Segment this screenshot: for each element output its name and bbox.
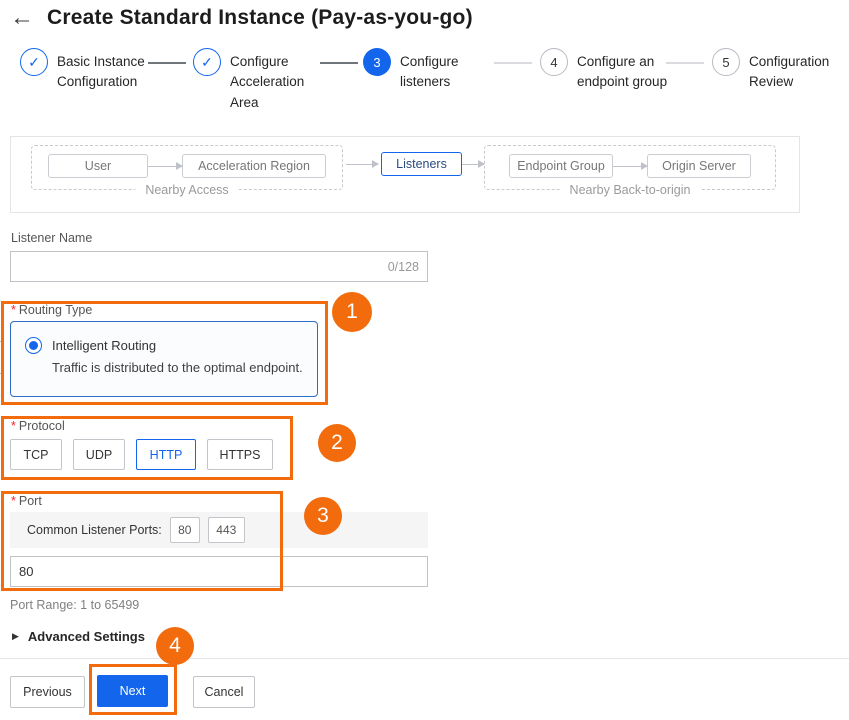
step-number: 4: [540, 48, 568, 76]
check-icon: ✓: [193, 48, 221, 76]
flow-node-user: User: [48, 154, 148, 178]
port-input[interactable]: [19, 564, 419, 579]
previous-button[interactable]: Previous: [10, 676, 85, 708]
routing-type-option-card[interactable]: Intelligent Routing Traffic is distribut…: [10, 321, 318, 397]
step-basic-instance-configuration[interactable]: ✓ Basic Instance Configuration: [20, 48, 153, 93]
nearby-back-to-origin-label: Nearby Back-to-origin: [560, 183, 701, 197]
flow-arrow-icon: [613, 166, 647, 167]
stepper-connector: [320, 62, 358, 64]
step-label: Configure listeners: [400, 48, 480, 93]
wizard-stepper: ✓ Basic Instance Configuration ✓ Configu…: [0, 48, 849, 134]
annotation-badge-4: 4: [156, 627, 194, 665]
flow-arrow-icon: [462, 164, 484, 165]
routing-type-label: *Routing Type: [11, 303, 92, 317]
create-instance-page: ← Create Standard Instance (Pay-as-you-g…: [0, 0, 849, 720]
protocol-udp-button[interactable]: UDP: [73, 439, 125, 470]
step-label: Configure an endpoint group: [577, 48, 677, 93]
common-listener-ports-label: Common Listener Ports:: [27, 523, 162, 537]
cancel-button[interactable]: Cancel: [193, 676, 255, 708]
listener-name-input[interactable]: [19, 259, 388, 274]
step-number: 5: [712, 48, 740, 76]
back-arrow-icon[interactable]: ←: [10, 5, 34, 30]
required-asterisk: *: [11, 303, 16, 317]
port-label-text: Port: [19, 494, 42, 508]
advanced-settings-label: Advanced Settings: [28, 629, 145, 644]
step-label: Configure Acceleration Area: [230, 48, 330, 113]
step-configure-listeners[interactable]: 3 Configure listeners: [363, 48, 480, 93]
listener-name-field: 0/128: [10, 251, 428, 282]
left-edge-artifact: [0, 341, 3, 374]
nearby-access-group: User Acceleration Region Nearby Access: [31, 145, 343, 190]
flow-arrow-icon: [148, 166, 182, 167]
flow-node-listeners: Listeners: [381, 152, 462, 176]
stepper-connector: [494, 62, 532, 64]
page-title: Create Standard Instance (Pay-as-you-go): [47, 6, 473, 30]
flow-node-endpoint-group: Endpoint Group: [509, 154, 613, 178]
acceleration-flow-diagram: User Acceleration Region Nearby Access L…: [10, 136, 800, 213]
flow-node-origin-server: Origin Server: [647, 154, 751, 178]
radio-dot: [29, 341, 38, 350]
stepper-connector: [148, 62, 186, 64]
page-header: ← Create Standard Instance (Pay-as-you-g…: [10, 5, 473, 30]
required-asterisk: *: [11, 494, 16, 508]
footer-divider: [0, 658, 849, 659]
nearby-back-to-origin-group: Endpoint Group Origin Server Nearby Back…: [484, 145, 776, 190]
port-80-chip[interactable]: 80: [170, 517, 200, 543]
step-label: Basic Instance Configuration: [57, 48, 153, 93]
step-configure-acceleration-area[interactable]: ✓ Configure Acceleration Area: [193, 48, 330, 113]
advanced-settings-toggle[interactable]: ▶ Advanced Settings: [12, 629, 145, 644]
common-listener-ports-bar: Common Listener Ports: 80 443: [10, 512, 428, 548]
protocol-selector: TCP UDP HTTP HTTPS: [10, 439, 273, 470]
check-icon: ✓: [20, 48, 48, 76]
stepper-connector: [666, 62, 704, 64]
char-counter: 0/128: [388, 260, 419, 274]
listener-name-label: Listener Name: [11, 231, 92, 245]
radio-selected-icon[interactable]: [25, 337, 42, 354]
flow-arrow-icon: [346, 164, 378, 165]
flow-node-acceleration-region: Acceleration Region: [182, 154, 326, 178]
routing-type-label-text: Routing Type: [19, 303, 92, 317]
port-443-chip[interactable]: 443: [208, 517, 245, 543]
step-configuration-review[interactable]: 5 Configuration Review: [712, 48, 849, 93]
protocol-label-text: Protocol: [19, 419, 65, 433]
port-range-hint: Port Range: 1 to 65499: [10, 598, 139, 612]
port-field: [10, 556, 428, 587]
protocol-label: *Protocol: [11, 419, 65, 433]
nearby-access-label: Nearby Access: [135, 183, 238, 197]
port-label: *Port: [11, 494, 42, 508]
collapse-triangle-icon: ▶: [12, 631, 19, 642]
step-number: 3: [363, 48, 391, 76]
protocol-https-button[interactable]: HTTPS: [207, 439, 273, 470]
protocol-tcp-button[interactable]: TCP: [10, 439, 62, 470]
step-configure-endpoint-group[interactable]: 4 Configure an endpoint group: [540, 48, 677, 93]
intelligent-routing-description: Traffic is distributed to the optimal en…: [52, 360, 303, 375]
annotation-badge-2: 2: [318, 424, 356, 462]
step-label: Configuration Review: [749, 48, 849, 93]
next-button[interactable]: Next: [97, 675, 168, 707]
annotation-badge-1: 1: [332, 292, 372, 332]
protocol-http-button[interactable]: HTTP: [136, 439, 196, 470]
intelligent-routing-option[interactable]: Intelligent Routing: [52, 337, 303, 353]
required-asterisk: *: [11, 419, 16, 433]
